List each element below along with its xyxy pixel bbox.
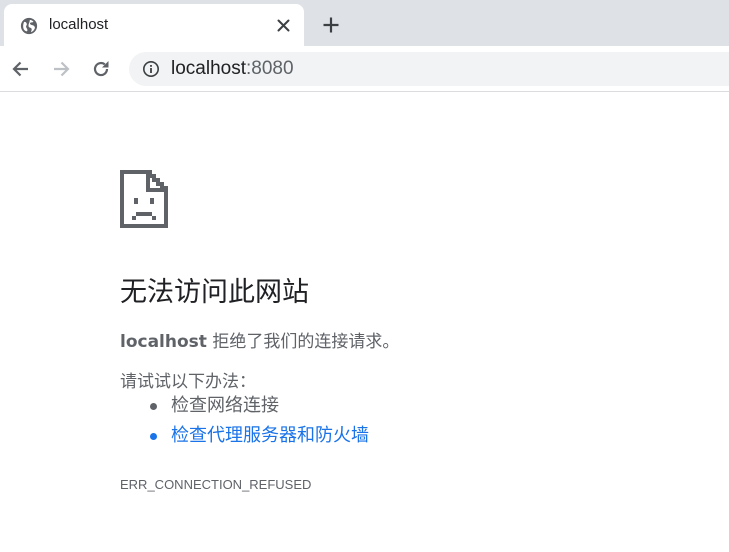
address-bar[interactable]: localhost:8080: [129, 52, 729, 86]
suggestion-link[interactable]: 检查代理服务器和防火墙: [171, 425, 369, 446]
toolbar: localhost:8080: [0, 46, 729, 92]
bullet-icon: [150, 433, 157, 440]
arrow-left-icon[interactable]: [10, 58, 32, 80]
error-host: localhost: [120, 332, 207, 352]
tab-title: localhost: [49, 16, 109, 33]
suggestion-text: 检查网络连接: [171, 395, 279, 416]
error-summary: localhost 拒绝了我们的连接请求。: [120, 327, 399, 352]
tab-strip: localhost: [0, 0, 729, 46]
error-heading: 无法访问此网站: [120, 277, 309, 308]
url-text[interactable]: localhost:8080: [171, 58, 294, 80]
error-code: ERR_CONNECTION_REFUSED: [120, 477, 312, 492]
globe-icon: [20, 17, 38, 35]
close-icon[interactable]: [275, 17, 292, 34]
suggestions-intro: 请试试以下办法：: [120, 372, 256, 392]
active-tab[interactable]: localhost: [4, 4, 304, 46]
bullet-icon: [150, 403, 157, 410]
suggestion-item: 检查网络连接: [150, 393, 369, 423]
suggestion-item-link[interactable]: 检查代理服务器和防火墙: [150, 423, 369, 453]
suggestions-list: 检查网络连接 检查代理服务器和防火墙: [150, 393, 369, 453]
url-port: :8080: [246, 58, 294, 79]
plus-icon[interactable]: [320, 14, 342, 36]
error-summary-text: 拒绝了我们的连接请求。: [206, 332, 400, 352]
url-host: localhost: [171, 58, 246, 79]
reload-icon[interactable]: [90, 58, 112, 80]
arrow-right-icon[interactable]: [50, 58, 72, 80]
info-icon[interactable]: [142, 60, 160, 78]
sad-page-icon: [120, 170, 168, 228]
